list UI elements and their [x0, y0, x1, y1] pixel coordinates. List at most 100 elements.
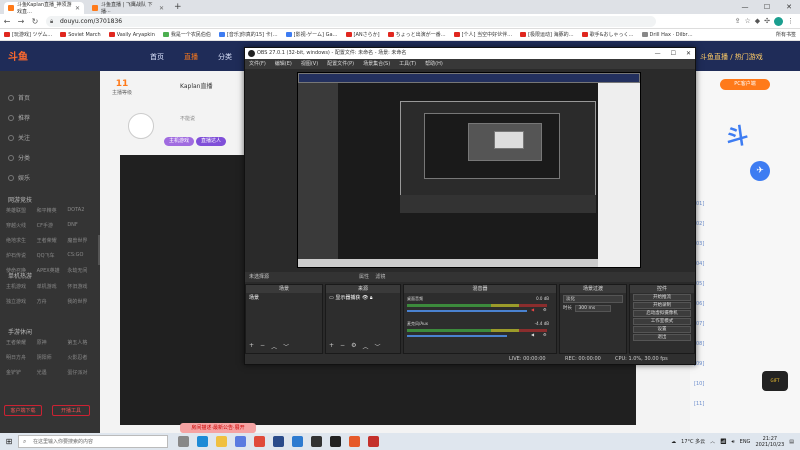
reload-icon[interactable]: ↻ [28, 17, 42, 26]
sidebar-link[interactable]: 独立游戏 [6, 298, 37, 305]
windows-start-icon[interactable]: ⊞ [0, 437, 18, 446]
bookmark-item[interactable]: [玩游戏] ツゲム… [4, 31, 52, 38]
sidebar-link[interactable]: 绝地求生 [6, 237, 37, 244]
share-icon[interactable]: ⇪ [735, 17, 741, 26]
filters-button[interactable]: 滤镜 [375, 274, 385, 280]
nav-live[interactable]: 直播 [184, 52, 198, 62]
extension-icon[interactable]: ◆ [755, 17, 760, 26]
sidebar-item-home[interactable]: 首页 [8, 93, 30, 102]
notifications-icon[interactable]: ▤ [789, 439, 794, 445]
app-icon[interactable] [292, 436, 303, 447]
properties-button[interactable]: 属性 [359, 274, 369, 280]
bookmark-item[interactable]: Vasily Aryapkin [108, 32, 155, 38]
move-up-icon[interactable]: ︿ [362, 342, 368, 351]
menu-icon[interactable]: ⋮ [787, 17, 794, 26]
sidebar-link[interactable]: APEX英雄 [37, 267, 68, 274]
douyu-bird-icon[interactable]: ✈︎ [750, 161, 770, 181]
scene-item[interactable]: 场景 [246, 293, 322, 302]
bookmark-item[interactable]: Soviet March [60, 32, 101, 38]
back-icon[interactable]: ← [0, 17, 14, 26]
chrome-icon[interactable] [254, 436, 265, 447]
settings-button[interactable]: 设置 [633, 326, 691, 333]
move-down-icon[interactable]: ﹀ [283, 342, 289, 351]
close-icon[interactable]: ✕ [686, 48, 691, 59]
sidebar-link[interactable]: 阴阳师 [37, 354, 68, 361]
streamer-avatar[interactable] [128, 113, 154, 139]
room-tag[interactable]: 主机游戏 [164, 137, 195, 146]
minimize-icon[interactable]: — [655, 48, 661, 59]
menu-file[interactable]: 文件(F) [249, 59, 266, 69]
sidebar-link[interactable]: 明日方舟 [6, 354, 37, 361]
taskbar-search[interactable]: ⌕ 在这里输入你要搜索的内容 [18, 435, 168, 448]
volume-slider[interactable] [407, 310, 527, 312]
puzzle-icon[interactable]: ✣ [764, 17, 770, 26]
volume-slider[interactable] [407, 335, 507, 337]
transition-select[interactable]: 淡化 [563, 295, 623, 303]
app-icon[interactable] [330, 436, 341, 447]
sidebar-link[interactable]: 主机游戏 [6, 283, 37, 290]
gear-icon[interactable]: ⚙︎ [543, 332, 547, 337]
sidebar-item-category[interactable]: 分类 [8, 153, 30, 162]
sidebar-link[interactable]: 炉石传说 [6, 252, 37, 259]
visibility-icon[interactable]: 👁︎ [362, 295, 368, 301]
app-icon[interactable] [368, 436, 379, 447]
sidebar-link[interactable]: 方舟 [37, 298, 68, 305]
volume-icon[interactable]: 🔊︎ [732, 439, 735, 445]
language-indicator[interactable]: ENG [740, 439, 751, 445]
download-client-button[interactable]: 客户端下载 [4, 405, 42, 416]
site-logo[interactable]: 斗鱼 [8, 48, 28, 63]
bookmark-item[interactable]: [极限运动] 海豚的… [520, 31, 574, 38]
room-notice-tag[interactable]: 房间描述·最新公告·展开 [180, 423, 256, 433]
speaker-icon[interactable]: ◀︎ [531, 332, 534, 337]
exit-button[interactable]: 退出 [633, 334, 691, 341]
nav-home[interactable]: 首页 [150, 52, 164, 62]
lock-icon[interactable]: 🔒︎ [370, 295, 373, 301]
gear-icon[interactable]: ⚙︎ [351, 342, 356, 351]
bookmark-item[interactable]: 我是一个农民伯伯 [162, 31, 211, 38]
room-tag[interactable]: 直播达人 [196, 137, 227, 146]
sidebar-link[interactable]: 我的世界 [67, 298, 98, 305]
edge-icon[interactable] [197, 436, 208, 447]
virtual-camera-button[interactable]: 启动虚拟摄像机 [633, 310, 691, 317]
network-icon[interactable]: 📶︎ [720, 439, 726, 445]
remove-scene-icon[interactable]: − [260, 342, 265, 351]
bookmark-item[interactable]: [个人] 当空中好伙伴… [453, 31, 512, 38]
remove-source-icon[interactable]: − [340, 342, 345, 351]
add-scene-icon[interactable]: + [249, 342, 254, 351]
menu-profile[interactable]: 配置文件(P) [327, 59, 354, 69]
sidebar-link[interactable]: 蛋仔派对 [67, 369, 98, 376]
gear-icon[interactable]: ⚙︎ [543, 307, 547, 312]
new-tab-icon[interactable]: + [174, 2, 182, 13]
bookmark-item[interactable]: Drill Hax · Dilbr… [641, 32, 693, 38]
sidebar-link[interactable]: 怀旧游戏 [67, 283, 98, 290]
sidebar-link[interactable]: 和平精英 [37, 207, 68, 214]
sidebar-link[interactable]: DNF [67, 222, 98, 229]
sidebar-link[interactable]: 穿越火线 [6, 222, 37, 229]
menu-edit[interactable]: 编辑(E) [275, 59, 292, 69]
bookmark-item[interactable]: ちょっと出演が一番… [387, 31, 446, 38]
menu-tools[interactable]: 工具(T) [399, 59, 416, 69]
maximize-icon[interactable]: ☐ [756, 0, 778, 14]
start-recording-button[interactable]: 开始录制 [633, 302, 691, 309]
file-explorer-icon[interactable] [216, 436, 227, 447]
sidebar-link[interactable]: 第五人格 [67, 339, 98, 346]
menu-view[interactable]: 视图(V) [301, 59, 318, 69]
sidebar-link[interactable]: DOTA2 [67, 207, 98, 214]
broadcast-tool-button[interactable]: 开播工具 [52, 405, 90, 416]
bookmark-item[interactable]: [影视·ゲーム] Ga… [285, 31, 338, 38]
sidebar-link[interactable]: 单机游戏 [37, 283, 68, 290]
all-bookmarks[interactable]: 所有书签 [776, 31, 800, 38]
sidebar-link[interactable]: 魔兽世界 [67, 237, 98, 244]
duration-input[interactable]: 300 ms [575, 305, 612, 312]
sidebar-link[interactable]: 光遇 [37, 369, 68, 376]
close-tab-icon[interactable]: ✕ [159, 5, 164, 12]
sidebar-link[interactable]: CF手游 [37, 222, 68, 229]
add-source-icon[interactable]: + [329, 342, 334, 351]
app-icon[interactable] [349, 436, 360, 447]
star-icon[interactable]: ☆ [744, 17, 750, 26]
forward-icon[interactable]: → [14, 17, 28, 26]
minimize-icon[interactable]: — [734, 0, 756, 14]
sidebar-link[interactable]: QQ飞车 [37, 252, 68, 259]
obs-preview-canvas[interactable] [297, 72, 641, 268]
start-streaming-button[interactable]: 开始推流 [633, 294, 691, 301]
